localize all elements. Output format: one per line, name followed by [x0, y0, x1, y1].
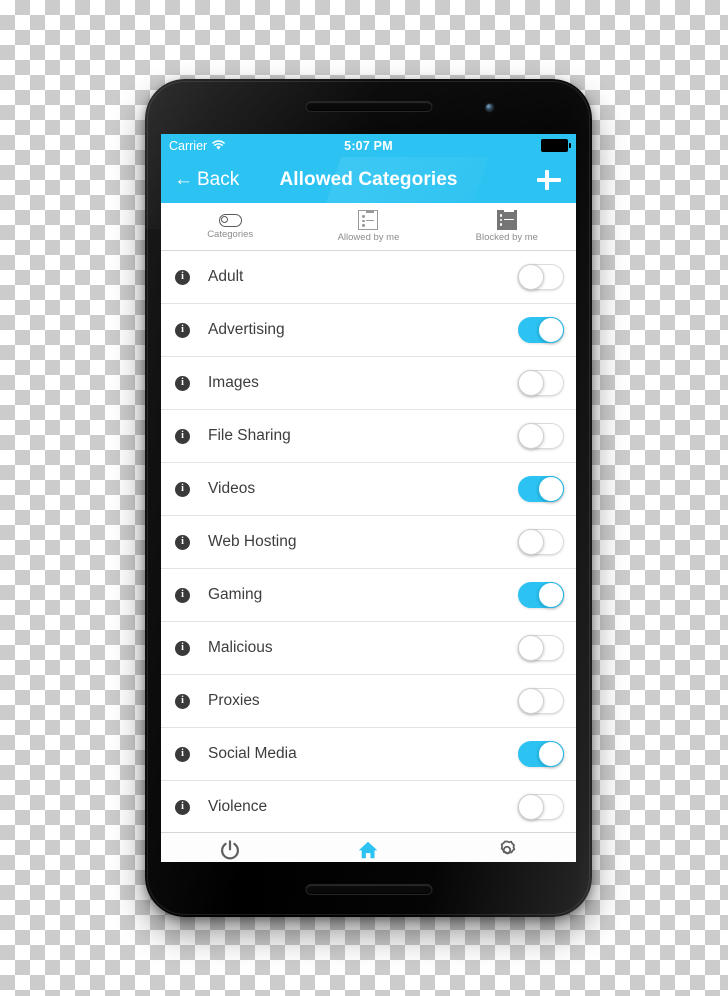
toggle-knob — [518, 423, 544, 449]
info-icon[interactable]: i — [175, 693, 190, 709]
category-toggle[interactable] — [518, 688, 564, 714]
back-button-label: Back — [197, 169, 240, 190]
list-filled-icon — [496, 210, 517, 230]
category-label: Web Hosting — [208, 533, 297, 550]
info-icon[interactable]: i — [175, 428, 190, 444]
toggle-knob — [538, 741, 564, 767]
info-icon[interactable]: i — [175, 269, 190, 285]
navigation-bar: ← Back Allowed Categories — [161, 157, 576, 203]
category-label: Advertising — [208, 321, 285, 338]
info-icon[interactable]: i — [175, 322, 190, 338]
earpiece-speaker — [305, 101, 432, 112]
status-bar-right — [541, 139, 571, 152]
bottom-tab-home[interactable]: Home — [299, 833, 437, 862]
toggle-knob — [518, 635, 544, 661]
category-row[interactable]: i Violence — [161, 781, 576, 832]
category-toggle[interactable] — [518, 741, 564, 767]
bottom-tab-status[interactable]: Status — [161, 833, 299, 862]
toggle-knob — [518, 688, 544, 714]
info-icon[interactable]: i — [175, 799, 190, 815]
status-bar-left: Carrier — [169, 139, 225, 153]
category-toggle[interactable] — [518, 264, 564, 290]
category-row[interactable]: i Gaming — [161, 569, 576, 622]
info-icon[interactable]: i — [175, 481, 190, 497]
bottom-speaker — [305, 884, 432, 895]
list-outline-icon — [358, 210, 379, 230]
info-icon[interactable]: i — [175, 587, 190, 603]
category-toggle[interactable] — [518, 317, 564, 343]
toggle-knob — [518, 370, 544, 396]
toggle-knob — [538, 582, 564, 608]
category-row[interactable]: i Adult — [161, 251, 576, 304]
segmented-tab-bar: Categories Allowed by me Blocked by me — [161, 203, 576, 251]
category-label: Videos — [208, 480, 256, 497]
category-label: Malicious — [208, 639, 273, 656]
front-camera-icon — [486, 104, 493, 111]
info-icon[interactable]: i — [175, 746, 190, 762]
category-label: Social Media — [208, 745, 297, 762]
category-toggle[interactable] — [518, 476, 564, 502]
back-button[interactable]: ← Back — [174, 169, 239, 191]
tab-categories[interactable]: Categories — [161, 203, 299, 250]
tab-blocked-by-me-label: Blocked by me — [475, 232, 538, 243]
category-toggle[interactable] — [518, 635, 564, 661]
category-row[interactable]: i Proxies — [161, 675, 576, 728]
category-row[interactable]: i Advertising — [161, 304, 576, 357]
toggle-outline-icon — [218, 213, 242, 227]
category-row[interactable]: i Social Media — [161, 728, 576, 781]
category-label: Violence — [208, 798, 268, 815]
category-label: Proxies — [208, 692, 260, 709]
toggle-knob — [538, 317, 564, 343]
info-icon[interactable]: i — [175, 534, 190, 550]
phone-device-frame: Carrier 5:07 PM ← Back Allowed Categorie… — [145, 79, 592, 917]
category-toggle[interactable] — [518, 794, 564, 820]
category-label: File Sharing — [208, 427, 291, 444]
info-icon[interactable]: i — [175, 640, 190, 656]
info-icon[interactable]: i — [175, 375, 190, 391]
toggle-knob — [538, 476, 564, 502]
category-label: Adult — [208, 268, 244, 285]
category-label: Images — [208, 374, 259, 391]
toggle-knob — [518, 264, 544, 290]
bottom-tab-bar: Status Home Settings — [161, 832, 576, 862]
bottom-tab-settings[interactable]: Settings — [438, 833, 576, 862]
home-icon — [359, 841, 378, 859]
power-icon — [221, 840, 240, 860]
carrier-label: Carrier — [169, 138, 208, 153]
category-row[interactable]: i Videos — [161, 463, 576, 516]
category-row[interactable]: i Malicious — [161, 622, 576, 675]
category-row[interactable]: i Web Hosting — [161, 516, 576, 569]
battery-full-icon — [541, 139, 571, 152]
add-button[interactable] — [535, 166, 563, 194]
status-bar: Carrier 5:07 PM — [161, 134, 576, 157]
category-toggle[interactable] — [518, 370, 564, 396]
category-label: Gaming — [208, 586, 263, 603]
phone-screen: Carrier 5:07 PM ← Back Allowed Categorie… — [161, 134, 576, 862]
toggle-knob — [518, 794, 544, 820]
tab-blocked-by-me[interactable]: Blocked by me — [438, 203, 576, 250]
category-toggle[interactable] — [518, 529, 564, 555]
tab-categories-label: Categories — [207, 228, 254, 240]
category-list[interactable]: i Adult i Advertising i Images i File Sharing i V… — [161, 251, 576, 832]
back-arrow-icon: ← — [174, 168, 193, 190]
category-row[interactable]: i Images — [161, 357, 576, 410]
tab-allowed-by-me-label: Allowed by me — [337, 232, 400, 243]
category-toggle[interactable] — [518, 582, 564, 608]
category-row[interactable]: i File Sharing — [161, 410, 576, 463]
toggle-knob — [518, 529, 544, 555]
category-toggle[interactable] — [518, 423, 564, 449]
tab-allowed-by-me[interactable]: Allowed by me — [299, 203, 437, 250]
gear-icon — [500, 840, 516, 855]
wifi-icon — [212, 140, 225, 150]
